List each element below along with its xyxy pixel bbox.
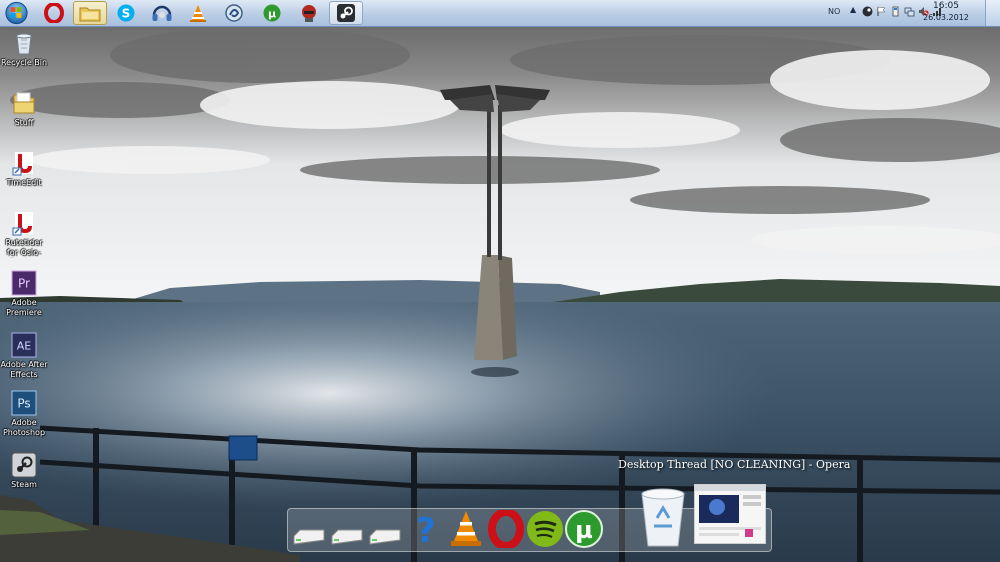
desktop-icon-stuff[interactable]: Stuff xyxy=(0,90,48,128)
headset-icon xyxy=(152,5,172,21)
desktop-icon-premiere[interactable]: Pr Adobe Premiere Pr... xyxy=(0,270,48,318)
drive-icon[interactable] xyxy=(292,528,326,546)
recycle-bin-icon[interactable] xyxy=(638,484,688,548)
desktop-icon-photoshop[interactable]: Ps Adobe Photoshop ... xyxy=(0,390,48,438)
steam-tray-icon[interactable] xyxy=(862,6,873,17)
recycle-bin-icon xyxy=(16,33,32,55)
desktop-icon-label: Rutetider for Oslo-Garde... xyxy=(5,238,43,257)
desktop-icon-label: Adobe Photoshop ... xyxy=(2,418,46,437)
drive-icon[interactable] xyxy=(368,528,402,546)
timeedit-icon xyxy=(12,152,33,176)
window-thumbnail[interactable] xyxy=(694,484,766,544)
desktop-icon-label: Stuff xyxy=(14,118,34,127)
desktop-icon-label: TimeEdit xyxy=(6,178,42,187)
desktop-wallpaper xyxy=(0,0,1000,562)
taskbar-sound-app[interactable] xyxy=(217,1,251,25)
svg-text:S: S xyxy=(122,7,131,21)
after-effects-badge-text: AE xyxy=(17,340,32,353)
help-icon[interactable]: ? xyxy=(412,510,440,546)
taskbar-steam[interactable] xyxy=(329,1,363,25)
taskbar-utorrent[interactable]: µ xyxy=(255,1,289,25)
opera-icon[interactable] xyxy=(488,510,524,548)
premiere-badge-text: Pr xyxy=(18,277,30,291)
desktop-icon-after-effects[interactable]: AE Adobe After Effects CS5.5 xyxy=(0,332,48,380)
drive-icon[interactable] xyxy=(330,528,364,546)
taskbar-skype[interactable]: S xyxy=(109,1,143,25)
photoshop-icon: Ps xyxy=(11,390,37,416)
opera-icon xyxy=(44,3,64,23)
taskbar-game[interactable] xyxy=(292,1,326,25)
svg-text:µ: µ xyxy=(575,516,593,544)
utorrent-icon: µ xyxy=(263,4,281,22)
desktop-icon-steam[interactable]: Steam xyxy=(0,452,48,490)
show-desktop-button[interactable] xyxy=(985,0,1000,26)
steam-icon xyxy=(11,452,37,478)
svg-text:µ: µ xyxy=(268,8,276,21)
desktop-icon-label: Adobe Premiere Pr... xyxy=(6,298,42,317)
sound-app-icon xyxy=(225,4,243,22)
start-button[interactable] xyxy=(3,1,30,25)
clock-date: 26.03.2012 xyxy=(923,13,969,22)
taskbar-headset-app[interactable] xyxy=(145,1,179,25)
taskbar-opera[interactable] xyxy=(37,1,71,25)
game-character-icon xyxy=(302,5,316,22)
language-indicator[interactable]: NO xyxy=(828,7,840,16)
vlc-cone-icon[interactable] xyxy=(448,508,484,548)
taskbar: S µ NO ▲ 16:05 26.03.2012 xyxy=(0,0,1000,27)
timeedit-icon xyxy=(12,212,33,236)
desktop-icon-label: Adobe After Effects CS5.5 xyxy=(0,360,48,379)
thumbnail-preview xyxy=(695,485,765,537)
clock-time: 16:05 xyxy=(933,1,959,11)
vlc-cone-icon xyxy=(190,5,206,22)
dock-window-title: Desktop Thread [NO CLEANING] - Opera xyxy=(618,458,851,471)
folder-icon xyxy=(13,92,35,114)
after-effects-icon: AE xyxy=(11,332,37,358)
folder-icon xyxy=(79,7,101,22)
desktop-icon-timeedit[interactable]: TimeEdit xyxy=(0,150,48,188)
flag-icon[interactable] xyxy=(876,6,887,17)
desktop-icon-rutetider[interactable]: Rutetider for Oslo-Garde... xyxy=(0,210,48,258)
skype-icon: S xyxy=(117,4,135,22)
show-hidden-icons-button[interactable]: ▲ xyxy=(850,5,856,14)
spotify-icon[interactable] xyxy=(526,510,564,548)
desktop-icon-label: Recycle Bin xyxy=(0,58,48,67)
taskbar-explorer[interactable] xyxy=(73,1,107,25)
desktop-icon-recycle-bin[interactable]: Recycle Bin xyxy=(0,30,48,68)
photoshop-badge-text: Ps xyxy=(17,397,30,411)
steam-icon xyxy=(337,4,355,22)
network-icon[interactable] xyxy=(904,6,915,17)
usb-device-icon[interactable] xyxy=(890,6,901,17)
svg-text:?: ? xyxy=(416,511,436,546)
clock[interactable]: 16:05 26.03.2012 xyxy=(920,1,972,23)
desktop-icon-label: Steam xyxy=(11,480,37,489)
taskbar-vlc[interactable] xyxy=(181,1,215,25)
premiere-icon: Pr xyxy=(11,270,37,296)
utorrent-icon[interactable]: µ xyxy=(564,510,604,548)
